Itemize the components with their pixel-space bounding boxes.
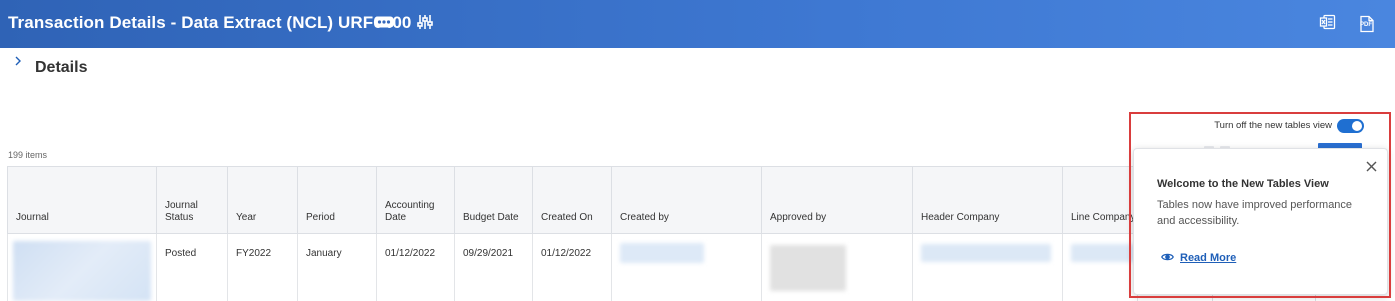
column-header-created-on[interactable]: Created On	[532, 166, 612, 234]
read-more-label: Read More	[1180, 252, 1237, 264]
column-header-created-by[interactable]: Created by	[611, 166, 762, 234]
popover-title: Welcome to the New Tables View	[1157, 178, 1329, 190]
tables-view-toggle-label: Turn off the new tables view	[1214, 120, 1332, 131]
filter-settings-icon	[416, 13, 434, 36]
popover-body: Tables now have improved performance and…	[1157, 199, 1353, 227]
cell-journal[interactable]	[7, 233, 157, 301]
new-tables-view-popover: Welcome to the New Tables View Tables no…	[1133, 148, 1388, 295]
column-header-header-company[interactable]: Header Company	[912, 166, 1063, 234]
column-header-approved-by[interactable]: Approved by	[761, 166, 913, 234]
data-table: Journal Journal Status Year Period Accou…	[7, 166, 1138, 301]
close-icon[interactable]	[1363, 158, 1379, 174]
details-section-header: Details	[0, 52, 400, 86]
cell-created-on: 01/12/2022	[532, 233, 612, 301]
cell-year: FY2022	[227, 233, 298, 301]
redacted-value	[921, 244, 1051, 262]
column-header-journal-status[interactable]: Journal Status	[156, 166, 228, 234]
table-row: Posted FY2022 January 01/12/2022 09/29/2…	[7, 233, 1138, 301]
column-header-accounting-date[interactable]: Accounting Date	[376, 166, 455, 234]
column-header-journal[interactable]: Journal	[7, 166, 157, 234]
tables-view-toggle[interactable]	[1337, 119, 1364, 133]
export-excel-icon	[1319, 13, 1337, 36]
filter-settings-button[interactable]	[412, 0, 438, 48]
export-pdf-button[interactable]: PDF	[1355, 0, 1379, 48]
cell-budget-date: 09/29/2021	[454, 233, 533, 301]
redacted-value	[13, 241, 151, 301]
redacted-value	[620, 243, 704, 263]
cell-header-company[interactable]	[912, 233, 1063, 301]
eye-icon	[1161, 249, 1174, 267]
more-icon	[374, 15, 394, 33]
redacted-value	[1071, 244, 1137, 262]
cell-line-company[interactable]	[1062, 233, 1138, 301]
pdf-label: PDF	[1360, 22, 1372, 28]
table-header-row: Journal Journal Status Year Period Accou…	[7, 166, 1138, 234]
column-header-budget-date[interactable]: Budget Date	[454, 166, 533, 234]
cell-period: January	[297, 233, 377, 301]
more-actions-button[interactable]	[372, 0, 396, 48]
page-header: Transaction Details - Data Extract (NCL)…	[0, 0, 1395, 48]
column-header-line-company[interactable]: Line Company	[1062, 166, 1138, 234]
cell-accounting-date: 01/12/2022	[376, 233, 455, 301]
column-header-period[interactable]: Period	[297, 166, 377, 234]
export-pdf-icon: PDF	[1359, 15, 1375, 33]
read-more-link[interactable]: Read More	[1161, 249, 1236, 267]
chevron-right-icon[interactable]	[11, 54, 25, 68]
page-title: Transaction Details - Data Extract (NCL)…	[8, 13, 412, 32]
section-title: Details	[35, 59, 88, 76]
tables-view-toggle-area: Turn off the new tables view	[1150, 118, 1370, 134]
cell-approved-by[interactable]	[761, 233, 913, 301]
redacted-value	[770, 245, 846, 291]
item-count: 199 items	[8, 150, 48, 160]
toggle-knob	[1352, 121, 1362, 131]
cell-created-by[interactable]	[611, 233, 762, 301]
cell-journal-status: Posted	[156, 233, 228, 301]
export-excel-button[interactable]	[1316, 0, 1340, 48]
column-header-year[interactable]: Year	[227, 166, 298, 234]
